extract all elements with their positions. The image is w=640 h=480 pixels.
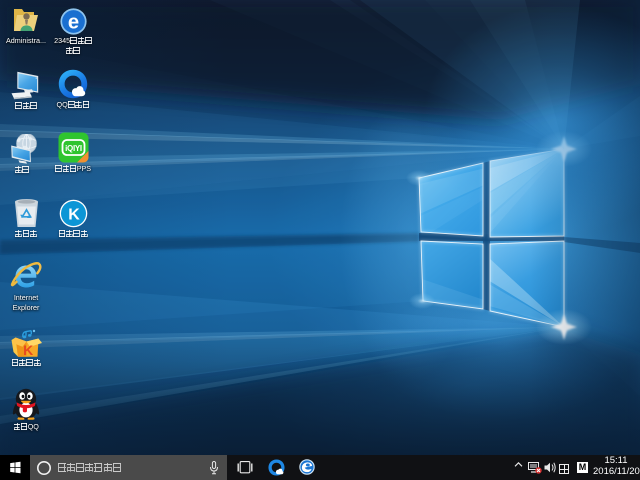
svg-text:iQIYI: iQIYI xyxy=(65,144,82,153)
svg-text:K: K xyxy=(68,207,80,224)
svg-text:e: e xyxy=(67,12,78,34)
svg-text:K: K xyxy=(23,342,33,358)
